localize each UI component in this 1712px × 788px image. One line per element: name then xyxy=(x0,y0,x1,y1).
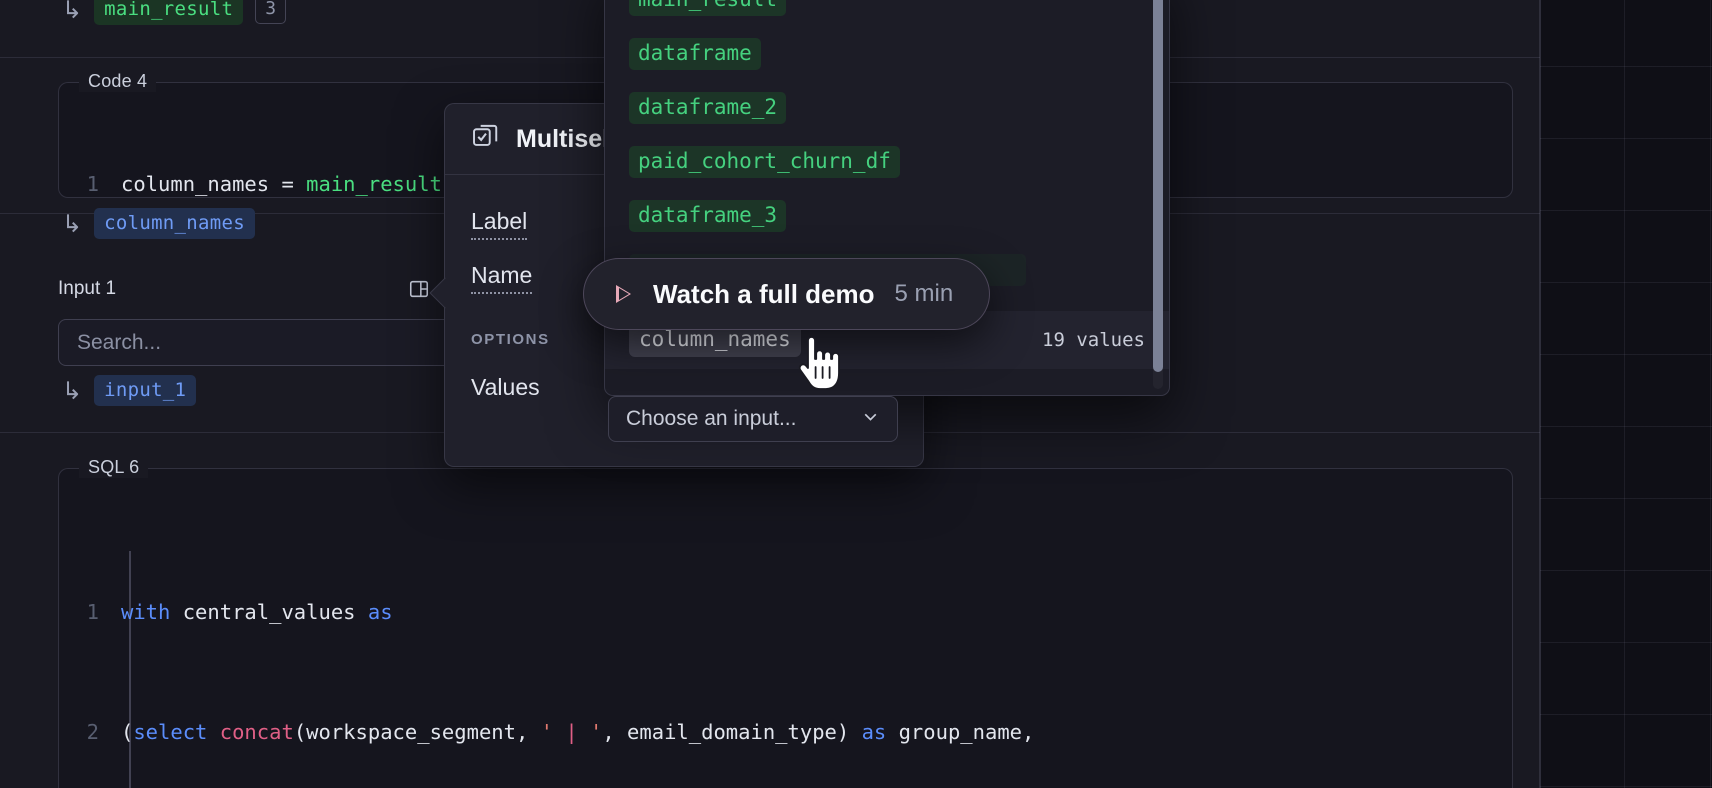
dropdown-item[interactable]: dataframe_2 xyxy=(605,81,1169,135)
result-arrow-icon: ↳ xyxy=(62,376,83,405)
panel-layout-icon[interactable] xyxy=(402,272,436,306)
input-widget-header: Input 1 xyxy=(58,272,478,306)
chevron-down-icon xyxy=(860,406,881,432)
line-number: 1 xyxy=(86,600,99,624)
watch-demo-title: Watch a full demo xyxy=(653,278,875,309)
code-text: (select concat(workspace_segment, ' | ',… xyxy=(121,720,1035,744)
code-line: 2 (select concat(workspace_segment, ' | … xyxy=(59,717,1512,747)
dropdown-scrollbar[interactable] xyxy=(1153,0,1163,389)
result-row-column-names: ↳ column_names xyxy=(62,208,255,239)
code-text: with central_values as xyxy=(121,600,393,624)
code-line: 1 with central_values as xyxy=(59,597,1512,627)
line-number: 2 xyxy=(86,720,99,744)
result-arrow-icon: ↳ xyxy=(62,209,83,238)
input-widget-title: Input 1 xyxy=(58,278,117,299)
dropdown-item[interactable]: dataframe_3 xyxy=(605,189,1169,243)
sql-cell-6[interactable]: SQL 6 1 with central_values as 2 (select… xyxy=(58,457,1513,788)
choose-input-select[interactable]: Choose an input... xyxy=(608,396,898,442)
dropdown-item-chip: dataframe_2 xyxy=(629,92,787,124)
result-chip-name[interactable]: input_1 xyxy=(94,375,197,406)
input-widget-1: Input 1 Search... xyxy=(58,272,478,366)
dropdown-item-chip: main_result xyxy=(629,0,787,16)
app-canvas: ↳ main_result 3 Code 4 1 column_names = … xyxy=(0,0,1712,788)
result-row-main-result: ↳ main_result 3 xyxy=(62,0,287,25)
search-input-placeholder: Search... xyxy=(77,330,162,354)
dropdown-item[interactable]: paid_cohort_churn_df xyxy=(605,135,1169,189)
field-label-label[interactable]: Label xyxy=(471,208,528,240)
field-label-values: Values xyxy=(471,373,540,400)
line-number: 1 xyxy=(86,172,99,196)
result-chip-name[interactable]: main_result xyxy=(94,0,244,25)
canvas-grid-background xyxy=(1540,0,1712,788)
choose-input-select-value: Choose an input... xyxy=(626,407,797,430)
dropdown-item-chip: dataframe_3 xyxy=(629,200,787,232)
watch-demo-duration: 5 min xyxy=(894,280,954,307)
result-row-input-1: ↳ input_1 xyxy=(62,375,197,406)
result-count-badge: 3 xyxy=(255,0,287,24)
watch-demo-button[interactable]: Watch a full demo 5 min xyxy=(583,258,991,330)
dropdown-scrollbar-thumb[interactable] xyxy=(1153,0,1163,373)
dropdown-selected-count: 19 values xyxy=(1042,329,1145,351)
search-input[interactable]: Search... xyxy=(58,319,478,366)
result-arrow-icon: ↳ xyxy=(62,0,83,24)
sql-cell-6-editor[interactable]: 1 with central_values as 2 (select conca… xyxy=(59,469,1512,788)
dropdown-item[interactable]: main_result xyxy=(605,0,1169,27)
dropdown-item[interactable]: dataframe xyxy=(605,27,1169,81)
multiselect-checkbox-icon xyxy=(471,122,500,156)
result-chip-name[interactable]: column_names xyxy=(94,208,255,239)
play-triangle-icon xyxy=(616,284,633,304)
field-label-name[interactable]: Name xyxy=(471,262,533,294)
dropdown-item-chip: paid_cohort_churn_df xyxy=(629,146,900,178)
dropdown-item-chip: dataframe xyxy=(629,38,761,70)
input-source-dropdown[interactable]: main_result dataframe dataframe_2 paid_c… xyxy=(604,0,1170,396)
